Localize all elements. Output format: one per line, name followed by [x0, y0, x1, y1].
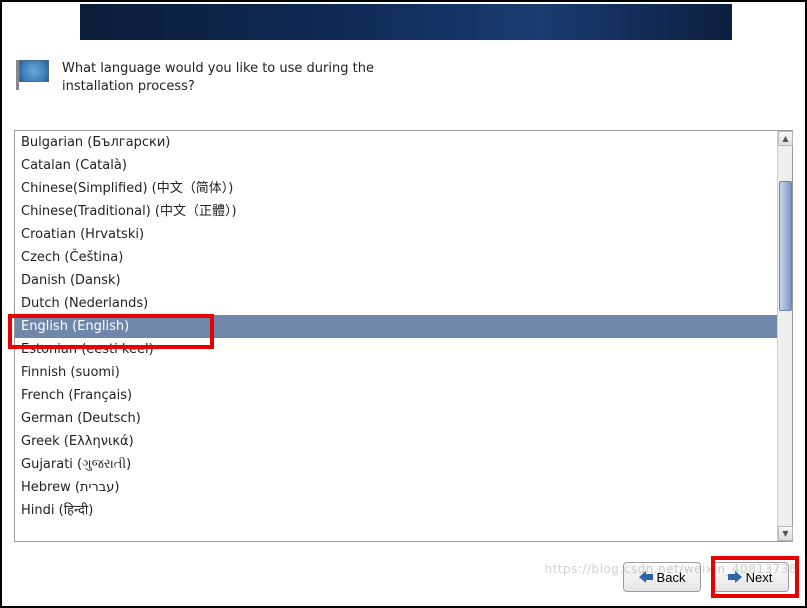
language-option[interactable]: Bulgarian (Български): [15, 131, 777, 154]
language-option[interactable]: French (Français): [15, 384, 777, 407]
next-button-label: Next: [746, 570, 773, 585]
button-row: Back Next: [2, 562, 795, 592]
language-option[interactable]: Greek (Ελληνικά): [15, 430, 777, 453]
language-option[interactable]: English (English): [15, 315, 777, 338]
back-button-label: Back: [657, 570, 686, 585]
language-option[interactable]: German (Deutsch): [15, 407, 777, 430]
language-option[interactable]: Estonian (eesti keel): [15, 338, 777, 361]
scroll-down-button[interactable]: ▼: [778, 526, 793, 541]
scroll-up-button[interactable]: ▲: [778, 131, 793, 146]
language-option[interactable]: Dutch (Nederlands): [15, 292, 777, 315]
language-option[interactable]: Chinese(Traditional) (中文（正體）): [15, 200, 777, 223]
back-button[interactable]: Back: [623, 562, 701, 592]
language-list-container: Bulgarian (Български)Catalan (Català)Chi…: [14, 130, 793, 542]
installer-window: What language would you like to use duri…: [0, 0, 807, 608]
language-option[interactable]: Hindi (हिन्दी): [15, 499, 777, 522]
globe-flag-icon: [16, 60, 52, 90]
language-option[interactable]: Czech (Čeština): [15, 246, 777, 269]
language-option[interactable]: Catalan (Català): [15, 154, 777, 177]
language-option[interactable]: Gujarati (ગુજરાતી): [15, 453, 777, 476]
language-option[interactable]: Finnish (suomi): [15, 361, 777, 384]
next-button[interactable]: Next: [711, 562, 789, 592]
prompt-row: What language would you like to use duri…: [16, 60, 785, 96]
scrollbar[interactable]: ▲ ▼: [777, 131, 792, 541]
language-list[interactable]: Bulgarian (Български)Catalan (Català)Chi…: [15, 131, 777, 541]
prompt-text: What language would you like to use duri…: [62, 60, 422, 96]
arrow-left-icon: [639, 572, 653, 582]
language-option[interactable]: Hebrew (עברית): [15, 476, 777, 499]
language-option[interactable]: Chinese(Simplified) (中文（简体）): [15, 177, 777, 200]
arrow-right-icon: [728, 572, 742, 582]
header-banner: [80, 4, 732, 40]
scroll-thumb[interactable]: [779, 181, 792, 311]
language-option[interactable]: Croatian (Hrvatski): [15, 223, 777, 246]
language-option[interactable]: Danish (Dansk): [15, 269, 777, 292]
